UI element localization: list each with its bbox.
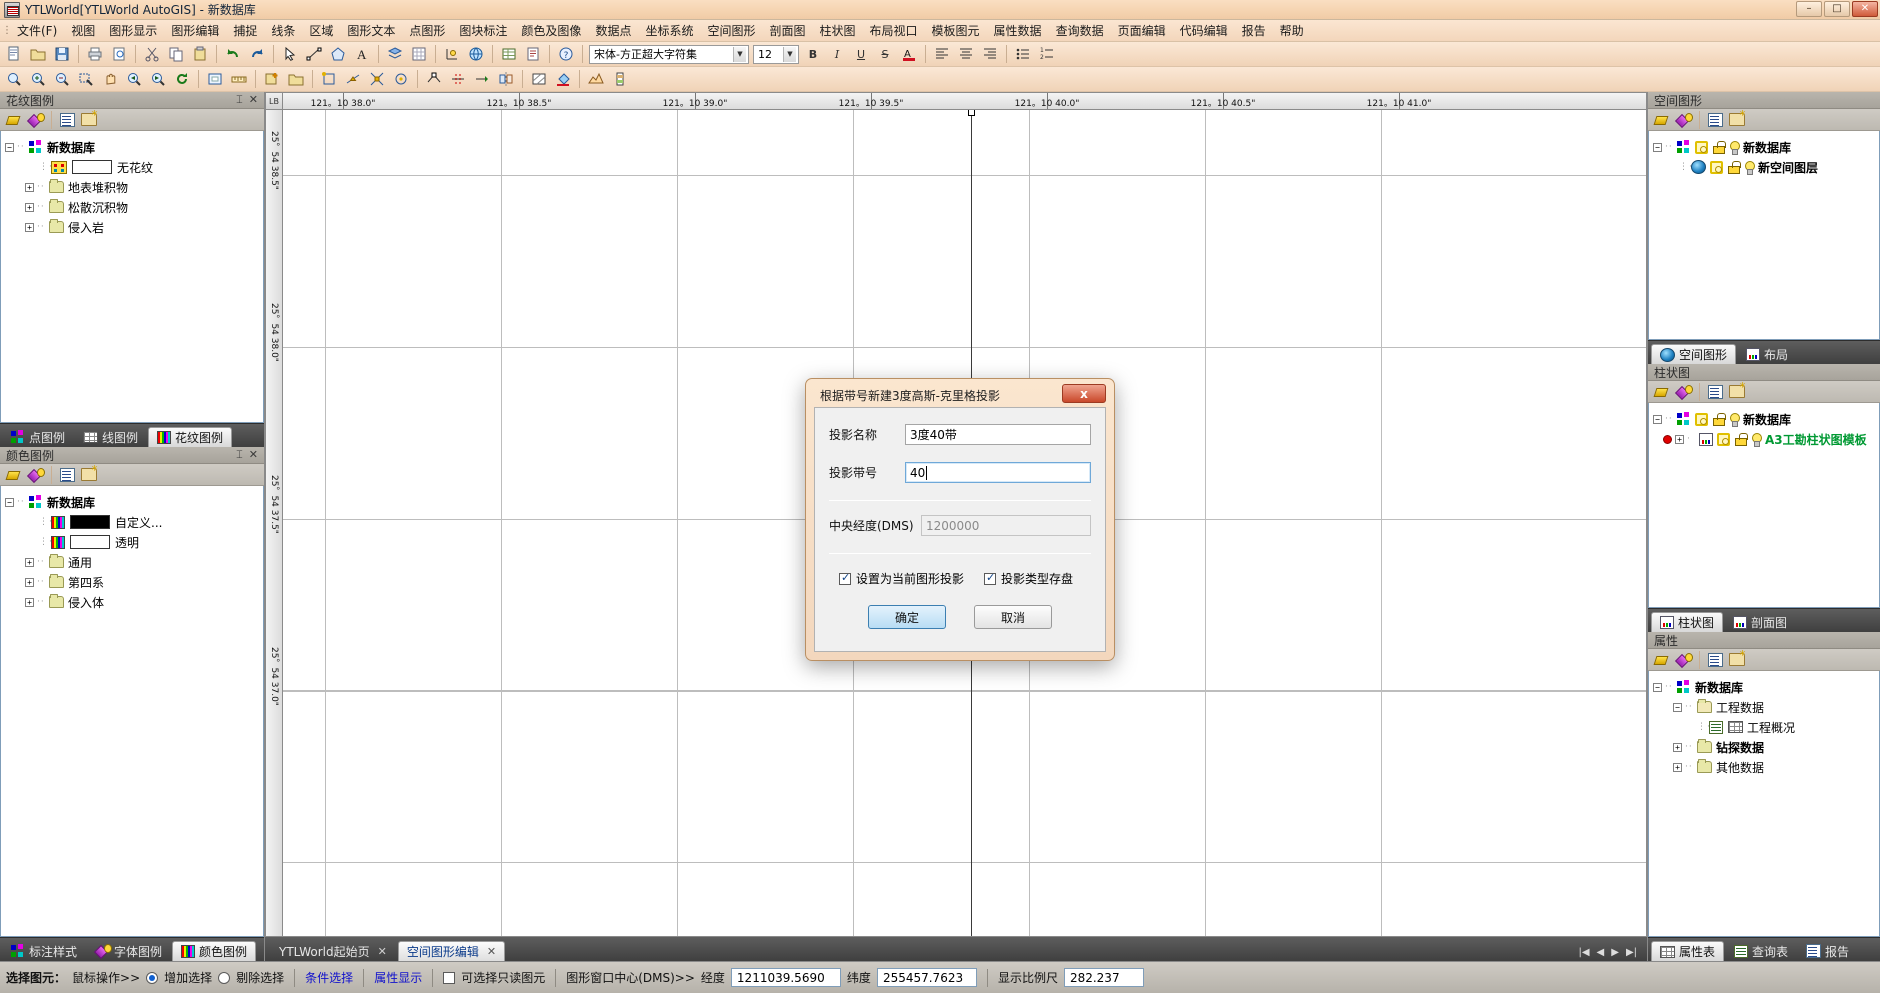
dialog-titlebar: 根据带号新建3度高斯-克里格投影 x bbox=[810, 383, 1110, 407]
dialog-body: 投影名称 3度40带 投影带号 40 中央经度(DMS) 1200000 ✓ 设… bbox=[814, 407, 1106, 652]
dialog-close-button[interactable]: x bbox=[1062, 384, 1106, 403]
text-caret bbox=[926, 465, 928, 480]
set-current-projection-label: 设置为当前图形投影 bbox=[856, 572, 965, 586]
projection-name-input[interactable]: 3度40带 bbox=[905, 424, 1091, 445]
projection-zone-label: 投影带号 bbox=[829, 466, 878, 480]
projection-dialog: 根据带号新建3度高斯-克里格投影 x 投影名称 3度40带 投影带号 40 中央… bbox=[805, 378, 1115, 661]
ok-button[interactable]: 确定 bbox=[868, 605, 946, 629]
projection-zone-row: 投影带号 40 bbox=[829, 462, 1091, 483]
save-projection-type-option[interactable]: 投影类型存盘 bbox=[984, 570, 1073, 587]
dialog-options-row: 设置为当前图形投影 投影类型存盘 bbox=[829, 570, 1091, 587]
modal-overlay: 根据带号新建3度高斯-克里格投影 x 投影名称 3度40带 投影带号 40 中央… bbox=[0, 0, 1880, 993]
application-window: YTLWorld[YTLWorld AutoGIS] - 新数据库 – □ ✕ … bbox=[0, 0, 1880, 993]
projection-zone-value: 40 bbox=[910, 465, 926, 480]
dialog-divider bbox=[829, 500, 1091, 501]
projection-name-label: 投影名称 bbox=[829, 428, 878, 442]
central-meridian-input: 1200000 bbox=[921, 515, 1091, 536]
save-projection-type-label: 投影类型存盘 bbox=[1001, 572, 1074, 586]
projection-name-row: 投影名称 3度40带 bbox=[829, 424, 1091, 445]
dialog-divider bbox=[829, 553, 1091, 554]
central-meridian-label: 中央经度(DMS) bbox=[829, 519, 914, 533]
dialog-buttons: 确定 取消 bbox=[829, 605, 1091, 629]
central-meridian-row: 中央经度(DMS) 1200000 bbox=[829, 515, 1091, 536]
set-current-projection-option[interactable]: 设置为当前图形投影 bbox=[839, 570, 964, 587]
projection-zone-input[interactable]: 40 bbox=[905, 462, 1091, 483]
cancel-button[interactable]: 取消 bbox=[974, 605, 1052, 629]
dialog-title: 根据带号新建3度高斯-克里格投影 bbox=[820, 388, 1000, 403]
save-projection-type-checkbox[interactable] bbox=[984, 571, 997, 585]
set-current-projection-checkbox[interactable] bbox=[839, 571, 851, 585]
